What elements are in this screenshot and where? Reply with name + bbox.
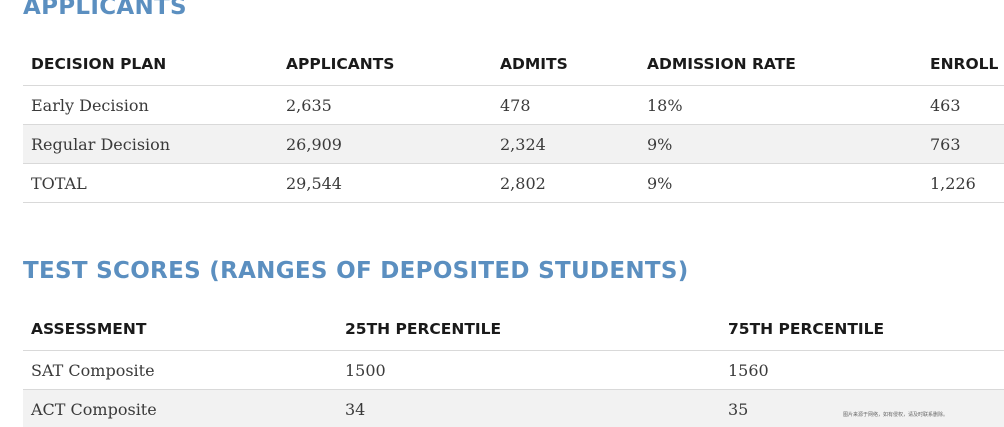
cell-admits: 2,802: [492, 163, 639, 203]
applicants-table: DECISION PLAN APPLICANTS ADMITS ADMISSIO…: [23, 43, 1004, 203]
cell-enroll: 463: [922, 85, 1004, 125]
test-scores-section-title: TEST SCORES (RANGES OF DEPOSITED STUDENT…: [23, 258, 689, 284]
column-header-admission-rate: ADMISSION RATE: [639, 43, 922, 86]
cell-admission-rate: 18%: [639, 85, 922, 125]
cell-applicants: 26,909: [278, 124, 492, 164]
table-row: TOTAL 29,544 2,802 9% 1,226: [23, 163, 1004, 203]
column-header-75th-percentile: 75TH PERCENTILE: [720, 308, 1004, 351]
table-row: Regular Decision 26,909 2,324 9% 763: [23, 124, 1004, 164]
cell-25th-percentile: 34: [337, 389, 720, 427]
cell-admission-rate: 9%: [639, 124, 922, 164]
test-scores-header-row: ASSESSMENT 25TH PERCENTILE 75TH PERCENTI…: [23, 308, 1004, 351]
column-header-decision-plan: DECISION PLAN: [23, 43, 278, 86]
cell-25th-percentile: 1500: [337, 350, 720, 390]
cell-75th-percentile: 1560: [720, 350, 1004, 390]
cell-decision-plan: Regular Decision: [23, 124, 278, 164]
column-header-enroll: ENROLL: [922, 43, 1004, 86]
cell-enroll: 763: [922, 124, 1004, 164]
cell-assessment: SAT Composite: [23, 350, 337, 390]
cell-admits: 478: [492, 85, 639, 125]
cell-applicants: 29,544: [278, 163, 492, 203]
cell-admits: 2,324: [492, 124, 639, 164]
cell-assessment: ACT Composite: [23, 389, 337, 427]
table-row: SAT Composite 1500 1560: [23, 350, 1004, 390]
applicants-header-row: DECISION PLAN APPLICANTS ADMITS ADMISSIO…: [23, 43, 1004, 86]
cell-enroll: 1,226: [922, 163, 1004, 203]
cell-admission-rate: 9%: [639, 163, 922, 203]
cell-applicants: 2,635: [278, 85, 492, 125]
watermark-text: 图片来源于网络，如有侵权，请及时联系删除。: [843, 412, 949, 418]
cell-75th-percentile: 35: [720, 389, 1004, 427]
table-row: Early Decision 2,635 478 18% 463: [23, 85, 1004, 125]
column-header-25th-percentile: 25TH PERCENTILE: [337, 308, 720, 351]
column-header-admits: ADMITS: [492, 43, 639, 86]
cell-decision-plan: Early Decision: [23, 85, 278, 125]
applicants-section-title: APPLICANTS: [23, 0, 187, 20]
cell-decision-plan: TOTAL: [23, 163, 278, 203]
test-scores-table: ASSESSMENT 25TH PERCENTILE 75TH PERCENTI…: [23, 308, 1004, 427]
table-row: ACT Composite 34 35: [23, 389, 1004, 427]
column-header-applicants: APPLICANTS: [278, 43, 492, 86]
column-header-assessment: ASSESSMENT: [23, 308, 337, 351]
